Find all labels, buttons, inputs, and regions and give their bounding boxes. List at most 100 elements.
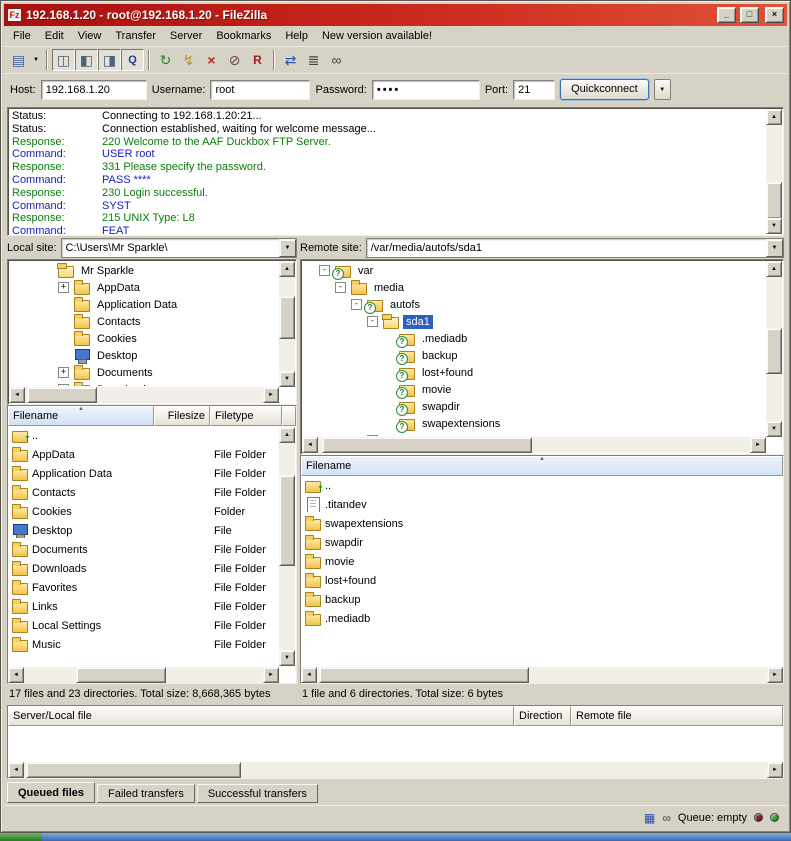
tree-item[interactable]: Contacts [10,313,278,330]
scrollbar-thumb[interactable] [76,667,166,683]
menu-item[interactable]: Edit [38,27,71,45]
scrollbar-thumb[interactable] [26,762,241,778]
filename-filter-icon[interactable]: Q [121,49,144,71]
tree-item[interactable]: - media [303,279,765,296]
scroll-down-icon[interactable]: ▼ [279,650,295,666]
close-button[interactable]: × [765,7,784,23]
disconnect-icon[interactable]: ⊘ [223,49,246,71]
queue-tab[interactable]: Queued files [7,782,95,803]
cancel-operation-icon[interactable]: × [200,49,223,71]
column-header-filename[interactable]: ▲Filename [8,406,154,426]
file-row[interactable]: .. [8,426,279,445]
local-tree-vscrollbar[interactable]: ▲ ▼ [279,261,295,387]
file-row[interactable]: Local Settings File Folder [8,616,279,635]
tree-item[interactable]: + Documents [10,364,278,381]
tree-expander-icon[interactable]: + [367,435,378,436]
queue-hscrollbar[interactable]: ◄ ► [8,762,783,778]
local-list-hscrollbar[interactable]: ◄ ► [8,667,279,683]
scroll-right-icon[interactable]: ► [750,437,766,453]
tree-item[interactable]: .mediadb [303,330,765,347]
minimize-button[interactable]: _ [717,7,736,23]
scroll-down-icon[interactable]: ▼ [279,371,295,387]
site-manager-dropdown-icon[interactable]: ▼ [30,49,42,71]
menu-item[interactable]: Server [163,27,209,45]
tree-expander-icon[interactable]: - [335,282,346,293]
reconnect-icon[interactable]: R [246,49,269,71]
scroll-right-icon[interactable]: ► [263,387,279,403]
synchronized-browsing-icon[interactable]: ≣ [302,49,325,71]
menu-item[interactable]: Help [278,27,315,45]
file-row[interactable]: Cookies Folder [8,502,279,521]
tree-expander-icon[interactable]: - [367,316,378,327]
tree-item[interactable]: Application Data [10,296,278,313]
quickconnect-button[interactable]: Quickconnect [560,79,649,100]
titlebar[interactable]: Fz 192.168.1.20 - root@192.168.1.20 - Fi… [4,4,787,26]
column-header-filesize[interactable]: Filesize [154,406,210,426]
file-row[interactable]: Contacts File Folder [8,483,279,502]
log-scrollbar[interactable]: ▲ ▼ [766,109,782,234]
local-tree-hscrollbar[interactable]: ◄ ► [9,387,279,403]
scroll-right-icon[interactable]: ► [767,667,783,683]
scroll-up-icon[interactable]: ▲ [766,261,782,277]
column-header-remote-file[interactable]: Remote file [571,706,783,726]
tree-expander-icon[interactable]: + [58,384,69,386]
file-row[interactable]: swapextensions [301,514,783,533]
scroll-right-icon[interactable]: ► [767,762,783,778]
find-files-icon[interactable]: ∞ [325,49,348,71]
toggle-message-log-icon[interactable]: ◫ [52,49,75,71]
scroll-left-icon[interactable]: ◄ [302,437,318,453]
file-row[interactable]: Application Data File Folder [8,464,279,483]
tree-item[interactable]: - var [303,262,765,279]
directory-comparison-icon[interactable]: ⇄ [279,49,302,71]
scroll-right-icon[interactable]: ► [263,667,279,683]
file-row[interactable]: Favorites File Folder [8,578,279,597]
file-row[interactable]: .. [301,476,783,495]
scroll-left-icon[interactable]: ◄ [8,667,24,683]
tree-item[interactable]: lost+found [303,364,765,381]
remote-site-combo[interactable]: /var/media/autofs/sda1 ▼ [366,238,784,258]
scrollbar-thumb[interactable] [279,296,295,339]
file-row[interactable]: AppData File Folder [8,445,279,464]
combo-dropdown-icon[interactable]: ▼ [766,239,783,257]
menu-item[interactable]: New version available! [315,27,439,45]
file-row[interactable]: movie [301,552,783,571]
tree-item[interactable]: Desktop [10,347,278,364]
host-input[interactable]: 192.168.1.20 [41,80,147,100]
quickconnect-dropdown-icon[interactable]: ▼ [654,79,671,100]
column-header-direction[interactable]: Direction [514,706,571,726]
tree-expander-icon[interactable]: + [58,282,69,293]
maximize-button[interactable]: □ [740,7,759,23]
tree-item[interactable]: - sda1 [303,313,765,330]
site-manager-icon[interactable]: ▤ [7,49,30,71]
scrollbar-thumb[interactable] [322,437,532,453]
menu-item[interactable]: File [6,27,38,45]
tree-item[interactable]: movie [303,381,765,398]
tree-item[interactable]: + dvd [303,432,765,436]
scroll-down-icon[interactable]: ▼ [766,421,782,437]
file-row[interactable]: Documents File Folder [8,540,279,559]
menu-item[interactable]: View [71,27,109,45]
tree-item[interactable]: Cookies [10,330,278,347]
local-site-path[interactable]: C:\Users\Mr Sparkle\ [62,242,279,254]
tree-item[interactable]: + AppData [10,279,278,296]
tree-item[interactable]: swapextensions [303,415,765,432]
remote-site-path[interactable]: /var/media/autofs/sda1 [367,242,766,254]
scroll-up-icon[interactable]: ▲ [279,427,295,443]
remote-list-hscrollbar[interactable]: ◄ ► [301,667,783,683]
toggle-local-tree-icon[interactable]: ◧ [75,49,98,71]
process-queue-icon[interactable]: ↯ [177,49,200,71]
scroll-up-icon[interactable]: ▲ [766,109,782,125]
scroll-left-icon[interactable]: ◄ [9,387,25,403]
file-row[interactable]: .mediadb [301,609,783,628]
menu-item[interactable]: Bookmarks [209,27,278,45]
password-input[interactable]: •••• [372,80,480,100]
file-row[interactable]: backup [301,590,783,609]
scroll-left-icon[interactable]: ◄ [8,762,24,778]
combo-dropdown-icon[interactable]: ▼ [279,239,296,257]
scroll-down-icon[interactable]: ▼ [766,218,782,234]
file-row[interactable]: .titandev [301,495,783,514]
tree-expander-icon[interactable]: - [351,299,362,310]
tree-item[interactable]: backup [303,347,765,364]
tree-item[interactable]: - autofs [303,296,765,313]
username-input[interactable]: root [210,80,310,100]
